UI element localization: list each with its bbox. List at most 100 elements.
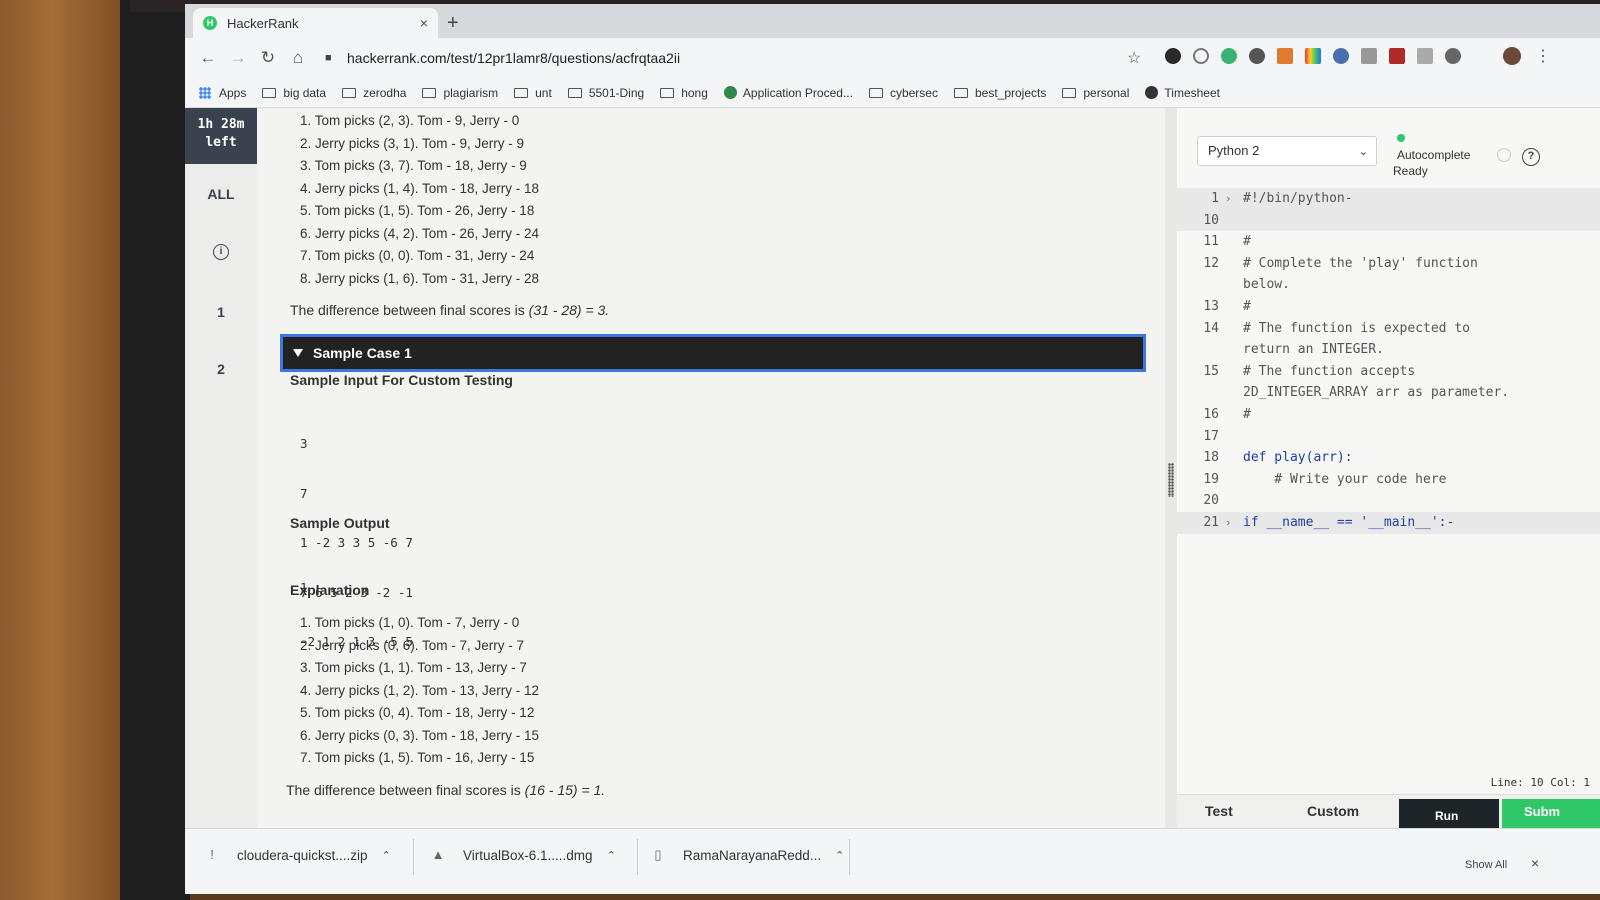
bookmark-folder[interactable]: best_projects [953, 86, 1046, 100]
code-line[interactable]: 2D_INTEGER_ARRAY arr as parameter. [1177, 382, 1600, 404]
help-icon[interactable]: ? [1522, 148, 1540, 166]
info-icon[interactable]: i [213, 244, 229, 260]
bookmark-apps[interactable]: Apps [199, 86, 246, 100]
folder-icon [660, 87, 675, 98]
bookmark-label: hong [681, 85, 708, 100]
code-line[interactable]: 15 # The function accepts [1177, 361, 1600, 383]
back-arrow-icon[interactable]: ← [193, 48, 223, 68]
code-line[interactable]: 17 [1177, 426, 1600, 448]
tab-strip: H HackerRank × + [185, 4, 1600, 38]
close-downloads-icon[interactable]: × [1531, 855, 1539, 871]
code-line[interactable]: return an INTEGER. [1177, 339, 1600, 361]
language-select[interactable]: Python 2 ⌄ [1197, 136, 1377, 166]
code-line[interactable]: below. [1177, 274, 1600, 296]
explanation-step: 2. Jerry picks (3, 1). Tom - 9, Jerry - … [300, 135, 525, 151]
browser-menu-icon[interactable]: ⋮ [1535, 46, 1551, 66]
code-text: 2D_INTEGER_ARRAY arr as parameter. [1243, 385, 1510, 401]
submit-button[interactable]: Subm [1502, 799, 1600, 829]
extension-icon[interactable] [1445, 48, 1461, 64]
bookmark-folder[interactable]: cybersec [868, 86, 938, 100]
code-line[interactable]: 20 [1177, 490, 1600, 512]
browser-tab-hackerrank[interactable]: H HackerRank × [193, 8, 438, 38]
bookmark-folder[interactable]: zerodha [342, 86, 406, 100]
extension-icon[interactable] [1389, 48, 1405, 64]
folder-icon [342, 87, 357, 98]
code-line[interactable]: 18 def play(arr): [1177, 447, 1600, 469]
line-number: 1 [1211, 191, 1219, 206]
show-all-button[interactable]: Show All [1465, 859, 1507, 871]
extension-icon[interactable] [1249, 48, 1265, 64]
nav-all[interactable]: ALL [185, 186, 257, 202]
code-editor[interactable]: 1 › #!/bin/python- 10 11 #12 # Complete the 'p… [1177, 188, 1600, 534]
extension-icon[interactable] [1221, 48, 1237, 64]
reload-icon[interactable]: ↻ [253, 48, 283, 68]
chevron-up-icon[interactable]: ⌃ [607, 849, 616, 862]
explanation-step: 6. Jerry picks (0, 3). Tom - 18, Jerry -… [300, 727, 540, 743]
code-line[interactable]: 16 # [1177, 404, 1600, 426]
laptop-bezel [120, 0, 190, 900]
code-line[interactable]: 11 # [1177, 231, 1600, 253]
line-number: 15 [1203, 363, 1219, 379]
download-item[interactable]: ▲ VirtualBox-6.1.....dmg ⌃ [431, 847, 616, 863]
chevron-up-icon[interactable]: ⌃ [382, 849, 391, 862]
code-line[interactable]: 19 # Write your code here [1177, 469, 1600, 491]
new-tab-button[interactable]: + [447, 12, 459, 35]
fold-toggle-icon[interactable]: › [1225, 188, 1232, 210]
code-line[interactable]: 21 › if __name__ == '__main__':- [1177, 511, 1600, 534]
bookmark-star-icon[interactable]: ☆ [1127, 48, 1141, 68]
code-line[interactable]: 13 # [1177, 296, 1600, 318]
extension-icon[interactable] [1305, 48, 1321, 64]
code-line[interactable]: 14 # The function is expected to [1177, 318, 1600, 340]
run-button[interactable]: Run [1399, 799, 1499, 829]
tab-custom[interactable]: Custom [1307, 803, 1359, 819]
nav-question-2[interactable]: 2 [185, 361, 257, 377]
code-text: if __name__ == '__main__':- [1243, 514, 1455, 530]
home-icon[interactable]: ⌂ [283, 48, 313, 68]
explanation-step: 6. Jerry picks (4, 2). Tom - 26, Jerry -… [300, 225, 540, 241]
forward-arrow-icon[interactable]: → [223, 48, 253, 68]
extension-icon[interactable] [1333, 48, 1349, 64]
download-item[interactable]: ▯ RamaNarayanaRedd... ⌃ [651, 847, 844, 863]
bookmark-link[interactable]: Timesheet [1145, 86, 1220, 100]
extension-icons [1165, 48, 1461, 64]
code-line[interactable]: 12 # Complete the 'play' function [1177, 253, 1600, 275]
time-left-label: left [205, 135, 237, 150]
nav-question-1[interactable]: 1 [185, 304, 257, 320]
code-text: def play(arr): [1243, 450, 1353, 466]
line-number: 17 [1203, 428, 1219, 444]
profile-avatar[interactable] [1503, 47, 1521, 65]
bookmark-folder[interactable]: big data [262, 86, 326, 100]
extension-icon[interactable] [1277, 48, 1293, 64]
chevron-up-icon[interactable]: ⌃ [835, 849, 844, 862]
address-bar[interactable]: ■ hackerrank.com/test/12pr1lamr8/questio… [325, 44, 1125, 72]
tab-close-icon[interactable]: × [420, 15, 428, 31]
extension-icon[interactable] [1165, 48, 1181, 64]
bookmark-folder[interactable]: personal [1062, 86, 1129, 100]
extension-icon[interactable] [1417, 48, 1433, 64]
bookmarks-bar: Apps big data zerodha plagiarism unt 550… [185, 78, 1600, 108]
drag-handle-icon[interactable] [1168, 463, 1174, 497]
extension-icon[interactable] [1193, 48, 1209, 64]
bookmark-folder[interactable]: 5501-Ding [567, 86, 644, 100]
input-line: 7 [300, 485, 308, 501]
extension-icon[interactable] [1361, 48, 1377, 64]
tab-test[interactable]: Test [1205, 803, 1233, 819]
pane-splitter[interactable] [1165, 108, 1177, 828]
code-line[interactable]: 1 › #!/bin/python- [1177, 188, 1600, 210]
sample-case-1-header[interactable]: Sample Case 1 [280, 334, 1146, 372]
bookmark-link[interactable]: Application Proced... [723, 86, 853, 100]
code-line[interactable]: 10 [1177, 209, 1600, 232]
bookmark-folder[interactable]: hong [660, 86, 708, 100]
fold-toggle-icon[interactable]: › [1225, 512, 1232, 534]
divider [413, 839, 414, 875]
editor-bottom-bar: Test Custom Run Subm [1177, 794, 1600, 829]
code-text: # [1243, 234, 1251, 250]
bookmark-folder[interactable]: unt [514, 86, 552, 100]
bookmark-folder[interactable]: plagiarism [422, 86, 498, 100]
bookmark-label: big data [283, 85, 327, 100]
difference-text: The difference between final scores is [290, 302, 529, 318]
code-text: #!/bin/python- [1243, 191, 1353, 206]
autocomplete-toggle[interactable] [1497, 148, 1511, 162]
download-item[interactable]: ! cloudera-quickst....zip ⌃ [205, 847, 391, 863]
sample1-explanation-steps: 1. Tom picks (1, 0). Tom - 7, Jerry - 0 … [300, 612, 539, 770]
